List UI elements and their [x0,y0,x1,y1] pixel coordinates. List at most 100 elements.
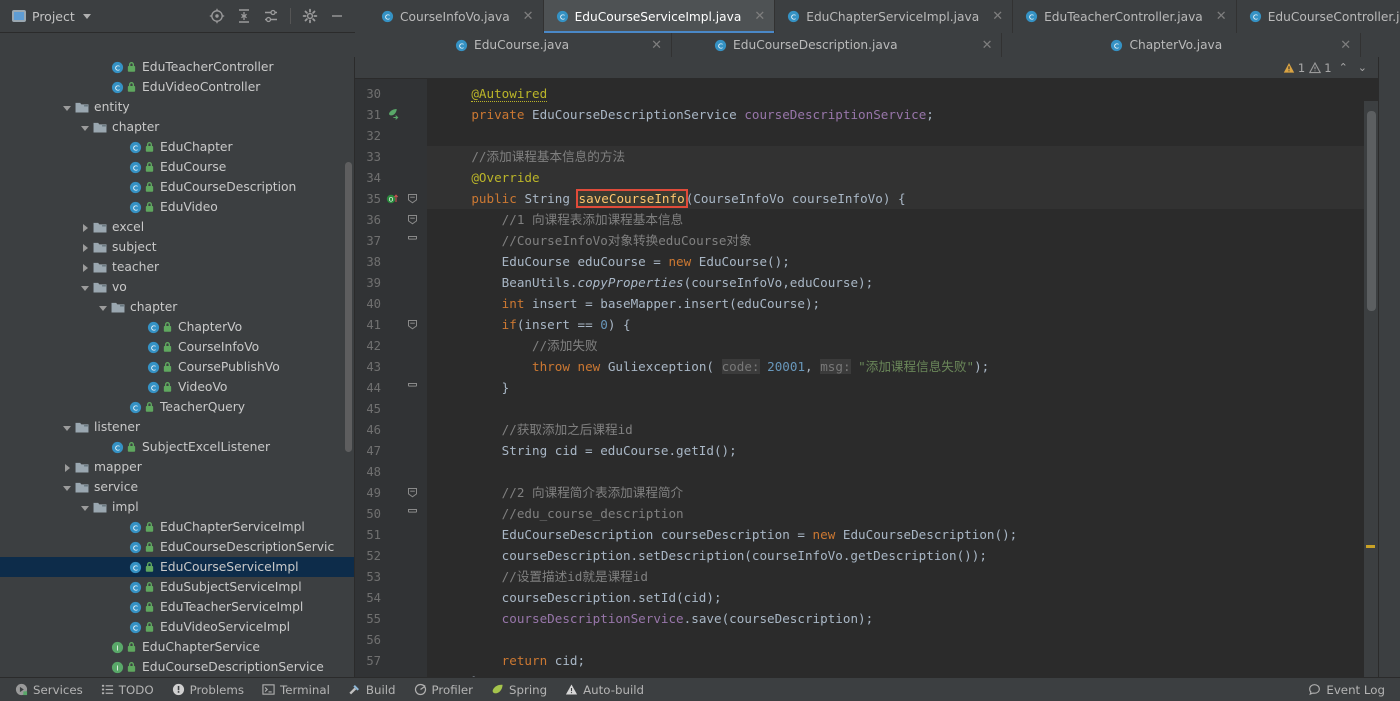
gutter-line[interactable]: 58 [355,671,427,678]
code-line[interactable]: if(insert == 0) { [427,314,1378,335]
tree-item[interactable]: subject [0,237,354,257]
chevron-down-icon[interactable] [98,302,109,313]
gutter-line[interactable]: 37 [355,230,427,251]
editor-tab[interactable]: C EduChapterServiceImpl.java ✕ [775,0,1014,33]
fold-end-icon[interactable] [401,382,423,393]
code-line[interactable] [427,461,1378,482]
code-line[interactable]: //edu_course_description [427,503,1378,524]
project-tree-scrollbar[interactable] [345,162,352,452]
chevron-right-icon[interactable] [80,222,91,233]
status-item-auto-build[interactable]: Auto-build [556,683,653,697]
warning-indicator[interactable]: 1 [1283,61,1305,75]
tree-item[interactable]: C EduVideo [0,197,354,217]
chevron-right-icon[interactable] [80,262,91,273]
next-problem-icon[interactable]: ⌄ [1355,61,1370,74]
weak-warning-indicator[interactable]: 1 [1309,61,1332,75]
tree-item[interactable]: C EduTeacherServiceImpl [0,597,354,617]
status-item-profiler[interactable]: Profiler [405,683,483,697]
code-line[interactable]: BeanUtils.copyProperties(courseInfoVo,ed… [427,272,1378,293]
tree-item[interactable]: entity [0,97,354,117]
code-line[interactable]: //添加失败 [427,335,1378,356]
chevron-down-icon[interactable] [62,102,73,113]
gutter-line[interactable]: 40 [355,293,427,314]
code-line[interactable]: throw new Guliexception( code: 20001, ms… [427,356,1378,377]
gutter-line[interactable]: 56 [355,629,427,650]
code-line[interactable]: courseDescription.setDescription(courseI… [427,545,1378,566]
gutter-line[interactable]: 32 [355,125,427,146]
project-tree[interactable]: C EduTeacherController C EduVideoController… [0,57,354,677]
close-icon[interactable]: ✕ [754,10,765,23]
close-icon[interactable]: ✕ [651,39,662,52]
tree-item[interactable]: C SubjectExcelListener [0,437,354,457]
fold-collapse-icon[interactable] [401,214,423,225]
editor-gutter[interactable]: 30 31 32 33 34 35 O 36 37 38 39 40 41 42 43 44 45 46 47 48 4… [355,79,427,677]
warning-marker[interactable] [1366,545,1375,548]
gutter-line[interactable]: 44 [355,377,427,398]
gutter-line[interactable]: 57 [355,650,427,671]
gutter-line[interactable]: 33 [355,146,427,167]
editor-scrollbar[interactable] [1364,101,1378,677]
tree-item[interactable]: C EduCourse [0,157,354,177]
close-icon[interactable]: ✕ [1216,10,1227,23]
status-item-spring[interactable]: Spring [482,683,556,697]
project-tree-panel[interactable]: C EduTeacherController C EduVideoController… [0,57,355,677]
code-line[interactable] [427,125,1378,146]
code-line[interactable] [427,629,1378,650]
project-title-dropdown[interactable]: Project [6,9,91,24]
fold-end-icon[interactable] [401,508,423,519]
code-line[interactable]: @Override [427,167,1378,188]
code-line[interactable]: //CourseInfoVo对象转换eduCourse对象 [427,230,1378,251]
editor-text[interactable]: @Autowired private EduCourseDescriptionS… [427,79,1378,677]
tree-item[interactable]: mapper [0,457,354,477]
gutter-line[interactable]: 31 [355,104,427,125]
tree-item[interactable]: C ChapterVo [0,317,354,337]
chevron-down-icon[interactable] [62,422,73,433]
close-icon[interactable]: ✕ [523,10,534,23]
code-line[interactable]: } [427,377,1378,398]
gutter-line[interactable]: 42 [355,335,427,356]
tree-item[interactable]: impl [0,497,354,517]
tree-item[interactable]: chapter [0,117,354,137]
code-line[interactable]: //2 向课程简介表添加课程简介 [427,482,1378,503]
gutter-line[interactable]: 43 [355,356,427,377]
code-area[interactable]: 30 31 32 33 34 35 O 36 37 38 39 40 41 42 43 44 45 46 47 48 4… [355,79,1378,677]
tree-item[interactable]: C EduChapter [0,137,354,157]
fold-collapse-icon[interactable] [401,487,423,498]
chevron-down-icon[interactable] [80,122,91,133]
gutter-line[interactable]: 30 [355,83,427,104]
gutter-line[interactable]: 49 [355,482,427,503]
editor-tab[interactable]: C CourseInfoVo.java ✕ [355,0,544,33]
fold-collapse-icon[interactable] [401,193,423,204]
minimize-icon[interactable] [329,8,345,24]
code-line[interactable]: EduCourseDescription courseDescription =… [427,524,1378,545]
gutter-line[interactable]: 36 [355,209,427,230]
fold-end-icon[interactable] [401,235,423,246]
tree-item[interactable]: C EduVideoController [0,77,354,97]
gutter-line[interactable]: 54 [355,587,427,608]
status-item-todo[interactable]: TODO [92,683,163,697]
close-icon[interactable]: ✕ [992,10,1003,23]
code-line[interactable]: //获取添加之后课程id [427,419,1378,440]
gutter-line[interactable]: 35 O [355,188,427,209]
code-line[interactable]: //添加课程基本信息的方法 [427,146,1378,167]
gutter-line[interactable]: 53 [355,566,427,587]
editor-tab[interactable]: C EduCourseDescription.java ✕ [672,33,1003,57]
gutter-line[interactable]: 55 [355,608,427,629]
code-line[interactable]: //设置描述id就是课程id [427,566,1378,587]
gutter-line[interactable]: 39 [355,272,427,293]
status-item-services[interactable]: Services [6,683,92,697]
code-line[interactable]: EduCourse eduCourse = new EduCourse(); [427,251,1378,272]
close-icon[interactable]: ✕ [982,39,993,52]
code-editor[interactable]: 1 1 ⌃ ⌄ 30 31 32 33 34 35 O 36 37 38 39 40 41 42 43 44 4… [355,57,1378,677]
code-line[interactable]: courseDescriptionService.save(courseDesc… [427,608,1378,629]
tree-item[interactable]: C EduTeacherController [0,57,354,77]
editor-tab[interactable]: C EduCourse.java ✕ [355,33,673,57]
tree-item[interactable]: C EduChapterServiceImpl [0,517,354,537]
editor-tab[interactable]: C EduTeacherController.java ✕ [1013,0,1237,33]
gutter-line[interactable]: 34 [355,167,427,188]
chevron-down-icon[interactable] [62,482,73,493]
collapse-all-icon[interactable] [236,8,252,24]
tree-item[interactable]: chapter [0,297,354,317]
gutter-line[interactable]: 41 [355,314,427,335]
editor-tab[interactable]: C ChapterVo.java ✕ [1002,33,1362,57]
